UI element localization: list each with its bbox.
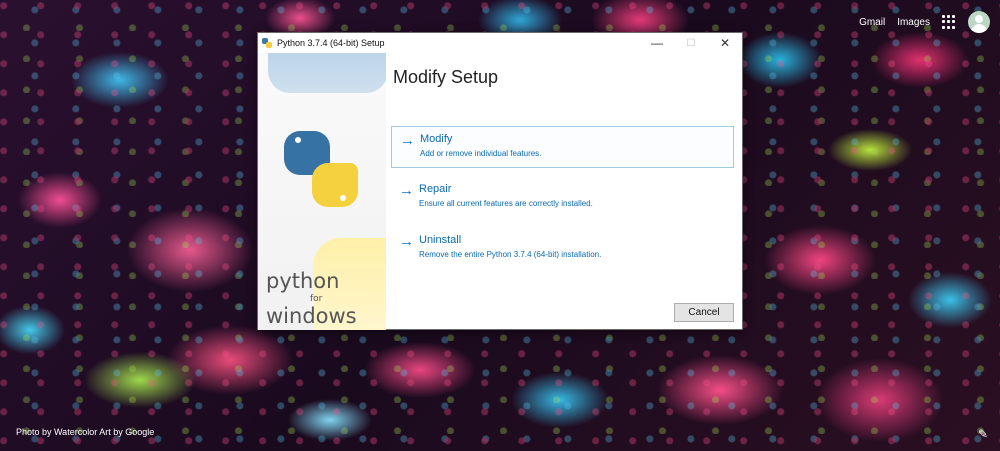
arrow-right-icon: → <box>399 182 414 199</box>
banner-text-windows: windows <box>266 304 357 328</box>
python-for-windows-banner: python for windows <box>258 53 386 330</box>
customize-pencil-icon[interactable]: ✎ <box>978 427 988 441</box>
photo-credit[interactable]: Photo by Watercolor Art by Google <box>16 427 154 437</box>
minimize-button[interactable]: — <box>640 33 674 53</box>
window-title: Python 3.7.4 (64-bit) Setup <box>277 38 385 48</box>
page-title: Modify Setup <box>393 67 499 87</box>
window-controls: — ☐ ✕ <box>640 33 742 53</box>
maximize-button[interactable]: ☐ <box>674 33 708 53</box>
uninstall-option[interactable]: → Uninstall Remove the entire Python 3.7… <box>391 228 734 270</box>
python-logo-icon <box>284 131 358 207</box>
close-button[interactable]: ✕ <box>708 33 742 53</box>
option-description: Ensure all current features are correctl… <box>419 199 593 208</box>
dialog-content: Modify Setup → Modify Add or remove indi… <box>386 53 742 329</box>
arrow-right-icon: → <box>400 132 415 149</box>
apps-grid-icon[interactable] <box>942 15 956 29</box>
python-setup-icon <box>262 38 272 48</box>
dialog-body: python for windows Modify Setup → Modify… <box>258 53 742 330</box>
arrow-right-icon: → <box>399 233 414 250</box>
images-link[interactable]: Images <box>897 17 930 28</box>
option-title: Modify <box>420 133 453 145</box>
option-title: Repair <box>419 183 452 195</box>
option-description: Remove the entire Python 3.7.4 (64-bit) … <box>419 250 602 259</box>
banner-text-python: python <box>266 269 340 293</box>
banner-text-for: for <box>310 294 323 304</box>
modify-option[interactable]: → Modify Add or remove individual featur… <box>391 126 734 168</box>
option-description: Add or remove individual features. <box>420 149 542 158</box>
cancel-button[interactable]: Cancel <box>674 303 734 322</box>
repair-option[interactable]: → Repair Ensure all current features are… <box>391 177 734 219</box>
avatar[interactable] <box>968 11 990 33</box>
gmail-link[interactable]: Gmail <box>859 17 885 28</box>
banner-blue-shape <box>268 53 386 93</box>
python-setup-dialog: Python 3.7.4 (64-bit) Setup — ☐ ✕ python… <box>257 32 743 330</box>
option-title: Uninstall <box>419 234 462 246</box>
browser-topbar: Gmail Images <box>859 10 990 34</box>
